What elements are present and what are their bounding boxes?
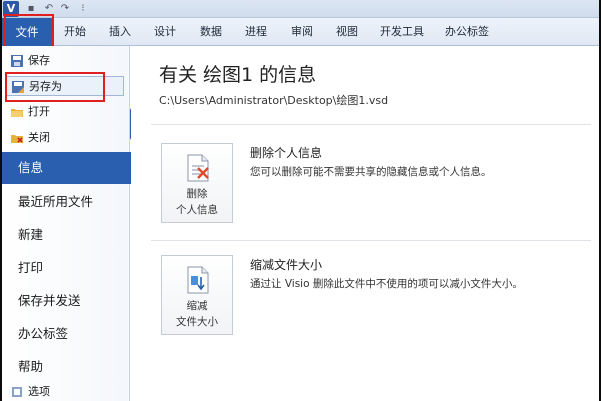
remove-info-title: 删除个人信息 [250, 146, 323, 160]
tab-developer[interactable]: 开发工具 [374, 18, 430, 46]
info-panel: 有关 绘图1 的信息 C:\Users\Administrator\Deskto… [131, 46, 599, 401]
close-command[interactable]: 关闭 [6, 128, 124, 148]
tab-home[interactable]: 开始 [58, 18, 92, 46]
undo-icon[interactable]: ↶ [42, 2, 56, 16]
reduce-size-desc: 通过让 Visio 删除此文件中不使用的项可以减小文件大小。 [250, 278, 523, 290]
reduce-button-line2: 文件大小 [176, 316, 218, 328]
save-icon[interactable]: ▪ [24, 2, 38, 16]
visio-window: V ▪ ↶ ↷ ⁝ 文件 开始 插入 设计 数据 进程 审阅 视图 开发工具 办… [2, 0, 599, 401]
redo-icon[interactable]: ↷ [58, 2, 72, 16]
open-folder-icon [11, 109, 23, 117]
backstage-nav: 保存 另存为 打开 关闭 信息 最近所用文件 新建 打印 保存并发送 办公标签 … [2, 46, 132, 401]
nav-item-print[interactable]: 打印 [2, 252, 129, 284]
tab-file[interactable]: 文件 [2, 18, 52, 46]
tab-design[interactable]: 设计 [148, 18, 182, 46]
visio-app-icon[interactable]: V [3, 1, 19, 17]
quick-access-toolbar: V ▪ ↶ ↷ ⁝ [2, 0, 599, 18]
reduce-size-title: 缩减文件大小 [250, 258, 323, 272]
save-as-command[interactable]: 另存为 [6, 76, 124, 96]
remove-button-line1: 删除 [186, 188, 208, 200]
tab-data[interactable]: 数据 [194, 18, 228, 46]
tab-process[interactable]: 进程 [239, 18, 273, 46]
tab-office-tab[interactable]: 办公标签 [439, 18, 495, 46]
divider [151, 124, 591, 125]
nav-item-info[interactable]: 信息 [2, 152, 132, 184]
remove-personal-info-button[interactable]: 删除 个人信息 [161, 143, 233, 223]
customize-toolbar-icon[interactable]: ⁝ [76, 2, 90, 16]
options-label: 选项 [28, 385, 50, 398]
options-icon [12, 387, 22, 397]
close-label: 关闭 [28, 131, 50, 144]
nav-item-recent[interactable]: 最近所用文件 [2, 186, 129, 218]
document-erase-icon [187, 154, 209, 182]
save-as-icon [12, 81, 24, 93]
save-label: 保存 [28, 54, 50, 67]
tab-insert[interactable]: 插入 [103, 18, 137, 46]
options-command[interactable]: 选项 [6, 382, 124, 401]
nav-item-save-send[interactable]: 保存并发送 [2, 285, 129, 317]
tab-view[interactable]: 视图 [330, 18, 364, 46]
nav-item-office-tab[interactable]: 办公标签 [2, 318, 129, 350]
save-command[interactable]: 保存 [6, 51, 124, 71]
file-path: C:\Users\Administrator\Desktop\绘图1.vsd [159, 94, 389, 107]
tab-review[interactable]: 审阅 [285, 18, 319, 46]
reduce-file-size-button[interactable]: 缩减 文件大小 [161, 255, 233, 335]
nav-item-help[interactable]: 帮助 [2, 351, 129, 383]
ribbon-tabs: 文件 开始 插入 设计 数据 进程 审阅 视图 开发工具 办公标签 [2, 18, 599, 46]
compress-file-icon [187, 266, 209, 294]
divider [151, 240, 591, 241]
nav-item-new[interactable]: 新建 [2, 219, 129, 251]
remove-info-desc: 您可以删除可能不需要共享的隐藏信息或个人信息。 [250, 166, 492, 178]
save-as-label: 另存为 [29, 80, 62, 93]
close-file-icon [11, 135, 23, 143]
save-icon [11, 55, 23, 67]
page-title: 有关 绘图1 的信息 [159, 64, 317, 86]
remove-button-line2: 个人信息 [176, 204, 218, 216]
open-label: 打开 [28, 105, 50, 118]
reduce-button-line1: 缩减 [186, 300, 208, 312]
open-command[interactable]: 打开 [6, 102, 124, 122]
